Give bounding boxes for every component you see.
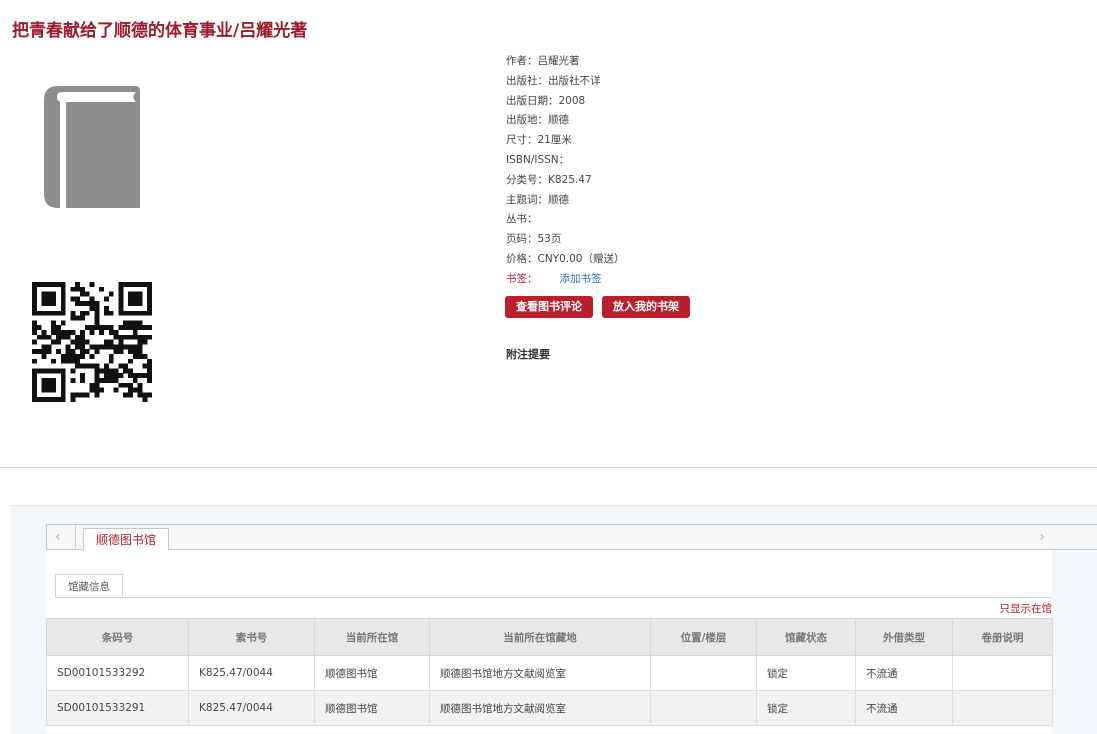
tab-prev-arrow-icon[interactable]: ‹ — [55, 529, 61, 545]
book-metadata: 作者：吕耀光著 出版社：出版社不详 出版日期：2008 出版地：顺德 尺寸：21… — [506, 52, 624, 290]
cell-location: 顺德图书馆地方文献阅览室 — [429, 690, 651, 726]
meta-subject: 主题词：顺德 — [506, 193, 569, 206]
col-current-location[interactable]: 当前所在馆藏地 — [429, 618, 651, 656]
meta-size: 尺寸：21厘米 — [506, 134, 572, 147]
tab-shunde-library[interactable]: 顺德图书馆 — [83, 528, 170, 551]
meta-pub-place: 出版地：顺德 — [506, 114, 569, 127]
cell-barcode: SD00101533291 — [46, 690, 189, 726]
cell-volume-note — [952, 690, 1053, 726]
tab-holdings-info[interactable]: 馆藏信息 — [55, 574, 123, 598]
table-row: SD00101533292 K825.47/0044 顺德图书馆 顺德图书馆地方… — [46, 655, 1053, 691]
book-title: 把青春献给了顺德的体育事业/吕耀光著 — [12, 16, 307, 41]
col-status[interactable]: 馆藏状态 — [756, 618, 856, 656]
bookmark-row: 书签： 添加书签 — [506, 270, 624, 290]
book-title-main: 把青春献给了顺德的体育事业 — [12, 21, 233, 41]
cell-location: 顺德图书馆地方文献阅览室 — [429, 655, 651, 691]
cell-shelf — [650, 655, 757, 691]
cell-loan-type: 不流通 — [855, 655, 953, 691]
cell-volume-note — [952, 655, 1053, 691]
section-divider — [0, 467, 1097, 468]
col-call-number[interactable]: 索书号 — [188, 618, 315, 656]
meta-isbn: ISBN/ISSN： — [506, 153, 570, 166]
cell-status: 锁定 — [756, 655, 856, 691]
table-row: SD00101533291 K825.47/0044 顺德图书馆 顺德图书馆地方… — [46, 690, 1053, 726]
add-to-shelf-button[interactable]: 放入我的书架 — [602, 296, 690, 318]
view-reviews-button[interactable]: 查看图书评论 — [505, 296, 593, 318]
cell-status: 锁定 — [756, 690, 856, 726]
cell-barcode: SD00101533292 — [46, 655, 189, 691]
meta-author: 作者：吕耀光著 — [506, 55, 580, 67]
action-buttons: 查看图书评论 放入我的书架 — [505, 296, 690, 318]
meta-pages: 页码：53页 — [506, 233, 562, 246]
table-header-row: 条码号 索书号 当前所在馆 当前所在馆藏地 位置/楼层 馆藏状态 外借类型 卷册… — [46, 618, 1053, 656]
col-barcode[interactable]: 条码号 — [46, 618, 189, 656]
cell-shelf — [650, 690, 757, 726]
bookmark-label: 书签： — [506, 272, 538, 285]
meta-publisher: 出版社：出版社不详 — [506, 74, 601, 87]
cell-library: 顺德图书馆 — [314, 690, 430, 726]
cell-call-number: K825.47/0044 — [188, 690, 315, 726]
col-shelf-floor[interactable]: 位置/楼层 — [650, 618, 757, 656]
meta-series: 丛书： — [506, 213, 538, 226]
tab-next-arrow-icon[interactable]: › — [1039, 529, 1045, 545]
cell-library: 顺德图书馆 — [314, 655, 430, 691]
tab-separator — [75, 525, 76, 549]
qr-code-icon — [32, 282, 152, 402]
meta-pub-date: 出版日期：2008 — [506, 94, 586, 107]
library-tab-bar: ‹ › — [46, 524, 1097, 550]
meta-classification: 分类号：K825.47 — [506, 173, 592, 186]
notes-heading: 附注提要 — [506, 348, 550, 361]
col-loan-type[interactable]: 外借类型 — [855, 618, 953, 656]
col-volume-note[interactable]: 卷册说明 — [952, 618, 1053, 656]
cell-call-number: K825.47/0044 — [188, 655, 315, 691]
cell-loan-type: 不流通 — [855, 690, 953, 726]
sub-tab-underline — [55, 597, 1052, 598]
holdings-table: 条码号 索书号 当前所在馆 当前所在馆藏地 位置/楼层 馆藏状态 外借类型 卷册… — [46, 618, 1053, 726]
show-available-only-link[interactable]: 只显示在馆 — [1000, 601, 1053, 616]
book-title-author: 吕耀光著 — [239, 21, 308, 41]
meta-price: 价格：CNY0.00（赠送） — [506, 252, 625, 265]
col-current-library[interactable]: 当前所在馆 — [314, 618, 430, 656]
add-bookmark-link[interactable]: 添加书签 — [560, 273, 602, 285]
book-cover-icon — [44, 86, 140, 208]
